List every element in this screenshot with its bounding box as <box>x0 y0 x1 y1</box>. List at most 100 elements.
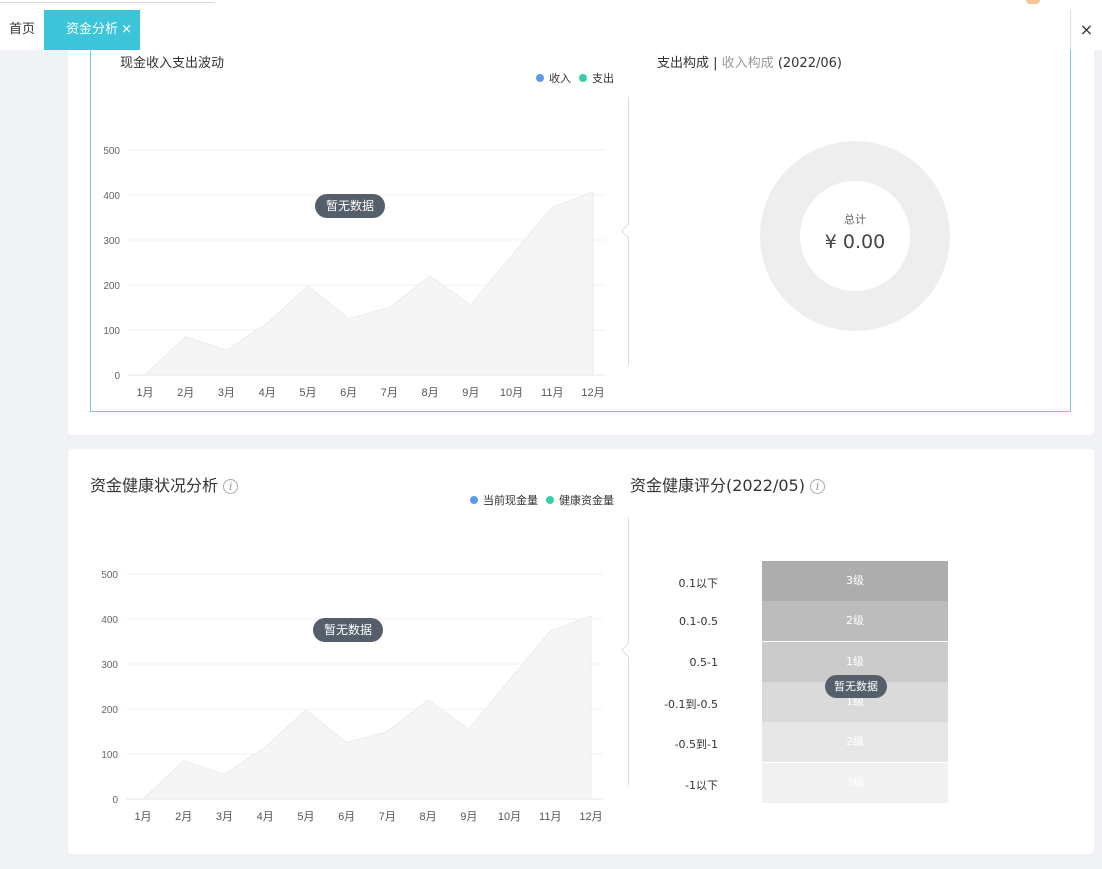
health-title: 资金健康状况分析 i <box>90 472 239 496</box>
data-point <box>590 615 592 617</box>
legend-current-cash[interactable]: 当前现金量 <box>470 492 538 508</box>
data-point <box>264 746 266 748</box>
legend-healthy-cash-label: 健康资金量 <box>559 494 614 507</box>
area-series <box>143 191 594 376</box>
legend-income[interactable]: 收入 <box>536 70 571 86</box>
x-tick-label: 7月 <box>381 387 398 399</box>
x-tick-label: 9月 <box>460 811 477 823</box>
y-tick-label: 500 <box>101 570 118 581</box>
close-all-tabs-icon[interactable]: × <box>1070 10 1102 50</box>
x-tick-label: 1月 <box>134 811 151 823</box>
score-row-label: 0.1以下 <box>678 577 719 590</box>
data-point <box>511 255 513 257</box>
data-point <box>388 307 390 308</box>
x-tick-label: 8月 <box>420 811 437 823</box>
composition-title: 支出构成 | 收入构成 (2022/06) <box>657 52 842 71</box>
y-tick-label: 300 <box>101 660 118 671</box>
info-icon[interactable]: i <box>223 479 239 494</box>
y-tick-label: 400 <box>103 191 120 202</box>
x-tick-label: 12月 <box>581 387 604 399</box>
health-no-data-badge: 暂无数据 <box>313 618 384 642</box>
score-row-label: 0.1-0.5 <box>679 615 718 629</box>
x-tick-label: 1月 <box>136 387 153 399</box>
score-row-level: 2级 <box>762 722 948 763</box>
score-row-level: 3级 <box>762 561 948 601</box>
health-title-text: 资金健康状况分析 <box>90 476 219 495</box>
data-point <box>348 318 350 320</box>
score-no-data-badge: 暂无数据 <box>825 675 887 698</box>
data-point <box>307 285 309 287</box>
y-tick-label: 500 <box>103 146 120 157</box>
y-tick-label: 100 <box>101 750 118 761</box>
x-tick-label: 6月 <box>340 387 357 399</box>
data-point <box>305 709 307 711</box>
data-point <box>185 336 187 338</box>
data-point <box>549 630 551 632</box>
data-point <box>225 349 227 351</box>
x-tick-label: 10月 <box>500 387 523 399</box>
legend-healthy-cash-dot <box>546 496 554 504</box>
score-title: 资金健康评分(2022/05) i <box>630 472 826 496</box>
composition-separator: | <box>709 56 722 71</box>
cashflow-title: 现金收入支出波动 <box>120 56 225 71</box>
x-tick-label: 5月 <box>299 387 316 399</box>
x-tick-label: 12月 <box>579 811 602 823</box>
data-point <box>223 773 225 775</box>
composition-tab-income[interactable]: 收入构成 <box>722 56 774 71</box>
cashflow-no-data-badge: 暂无数据 <box>315 194 386 218</box>
x-tick-label: 8月 <box>422 387 439 399</box>
avatar[interactable] <box>1026 0 1040 4</box>
x-tick-label: 9月 <box>462 387 479 399</box>
legend-expense-label: 支出 <box>592 72 614 85</box>
legend-current-cash-dot <box>470 496 478 504</box>
y-tick-label: 200 <box>103 281 120 292</box>
score-row-label: -1以下 <box>685 778 718 792</box>
tab-fund-analysis[interactable]: 资金分析 × <box>44 10 140 50</box>
legend-healthy-cash[interactable]: 健康资金量 <box>546 492 614 508</box>
tab-home[interactable]: 首页 <box>0 10 44 50</box>
y-tick-label: 0 <box>112 795 118 806</box>
data-point <box>386 731 388 732</box>
score-row-label: -0.1到-0.5 <box>664 697 718 711</box>
area-series <box>141 615 592 800</box>
score-row-level: 3级 <box>762 762 948 803</box>
score-row-level: 2级 <box>762 601 948 642</box>
x-tick-label: 5月 <box>297 811 314 823</box>
y-tick-label: 300 <box>103 236 120 247</box>
y-tick-label: 0 <box>114 371 120 382</box>
x-tick-label: 4月 <box>257 811 274 823</box>
composition-period: (2022/06) <box>773 56 842 71</box>
cashflow-chart: 0 100 200 300 400 500 1月 2月 3月 4月 5月 6月 7月 8月 9月 10月 11月… <box>103 146 605 399</box>
y-tick-label: 100 <box>103 326 120 337</box>
tab-close-icon[interactable]: × <box>121 10 132 50</box>
legend-income-dot <box>536 74 544 82</box>
x-tick-label: 7月 <box>379 811 396 823</box>
info-icon[interactable]: i <box>810 479 826 494</box>
x-tick-label: 3月 <box>216 811 233 823</box>
x-tick-label: 11月 <box>539 811 561 823</box>
data-point <box>429 275 431 277</box>
data-point <box>346 742 348 744</box>
x-tick-label: 11月 <box>541 387 563 399</box>
composition-donut: 总计 ¥ 0.00 <box>760 141 950 331</box>
data-point <box>470 304 472 306</box>
legend-expense-dot <box>579 74 587 82</box>
donut-center: 总计 ¥ 0.00 <box>800 181 910 291</box>
x-tick-label: 6月 <box>338 811 355 823</box>
x-tick-label: 3月 <box>218 387 235 399</box>
data-point <box>468 728 470 730</box>
y-tick-label: 400 <box>101 615 118 626</box>
health-chart: 0 100 200 300 400 500 1月 2月 3月 4月 5月 6月 7月 8月 9月 10月 11月… <box>101 570 603 823</box>
score-row-label: 0.5-1 <box>689 655 718 669</box>
data-point <box>183 760 185 762</box>
composition-tab-expense[interactable]: 支出构成 <box>657 56 709 71</box>
data-point <box>509 679 511 681</box>
legend-expense[interactable]: 支出 <box>579 70 614 86</box>
score-row-label: -0.5到-1 <box>674 738 718 752</box>
donut-total-value: ¥ 0.00 <box>824 231 886 253</box>
tab-bar: 首页 资金分析 × × <box>0 10 1102 50</box>
top-strip <box>0 0 1102 10</box>
x-tick-label: 2月 <box>177 387 194 399</box>
legend-income-label: 收入 <box>549 72 571 85</box>
data-point <box>266 322 268 324</box>
